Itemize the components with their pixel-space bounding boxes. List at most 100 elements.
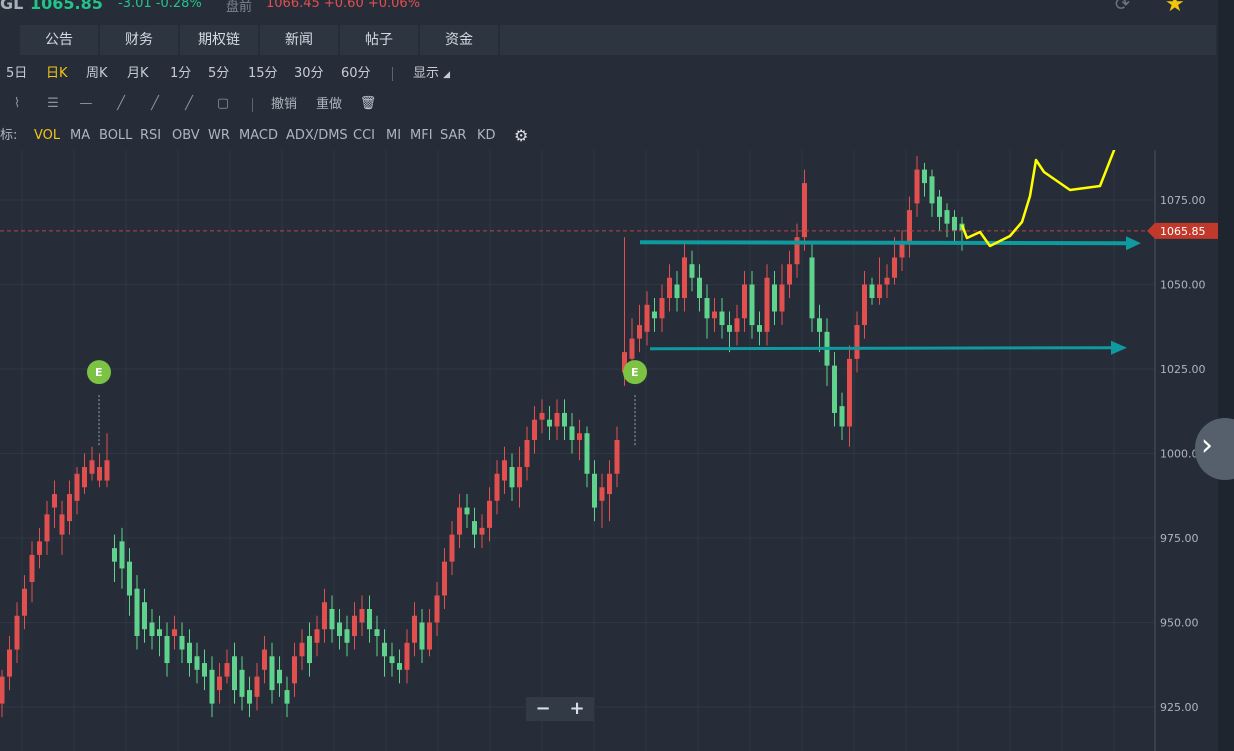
tool-separator	[252, 98, 253, 112]
candle-body	[862, 284, 867, 326]
refresh-icon[interactable]: ⟳	[1115, 0, 1130, 14]
indicator-mfi[interactable]: MFI	[410, 124, 433, 148]
candle-body	[224, 663, 230, 677]
tab-capital-flow[interactable]: 资金	[420, 25, 498, 55]
trash-icon[interactable]: 🗑	[359, 95, 377, 113]
candle-body	[764, 277, 770, 332]
candle-body	[817, 318, 822, 332]
candle-body	[82, 467, 87, 488]
period-60min[interactable]: 60分	[341, 62, 371, 86]
settings-gear-icon[interactable]: ⚙	[514, 124, 528, 148]
period-1min[interactable]: 1分	[170, 62, 191, 86]
candle-body	[697, 277, 702, 299]
indicator-obv[interactable]: OBV	[172, 124, 200, 148]
candle-body	[607, 473, 612, 495]
indicator-ma[interactable]: MA	[70, 124, 90, 148]
candle-body	[584, 433, 590, 474]
candle-body	[292, 656, 297, 684]
candle-body	[944, 210, 950, 224]
candlestick-chart[interactable]: 1075.001050.001025.001000.00975.00950.00…	[0, 150, 1234, 751]
tab-news[interactable]: 新闻	[260, 25, 338, 55]
candle-body	[832, 365, 837, 413]
candle-body	[734, 318, 740, 332]
teal-arrow-upper	[639, 240, 1129, 246]
teal-arrowhead-upper	[1126, 236, 1141, 251]
indicator-wr[interactable]: WR	[208, 124, 230, 148]
candle-body	[164, 636, 170, 664]
candle-body	[749, 284, 755, 326]
favorite-star-icon[interactable]: ★	[1165, 0, 1185, 14]
candle-body	[517, 467, 522, 488]
candle-body	[232, 656, 237, 691]
candle-body	[809, 257, 815, 319]
indicator-mi[interactable]: MI	[386, 124, 401, 148]
y-tick-label: 1075.00	[1160, 194, 1206, 207]
premarket-value: 1066.45 +0.60 +0.06%	[266, 0, 421, 11]
candle-body	[337, 622, 342, 637]
candle-body	[194, 656, 200, 670]
indicator-cci[interactable]: CCI	[353, 124, 375, 148]
teal-arrowhead-lower	[1111, 340, 1127, 355]
period-15min[interactable]: 15分	[248, 62, 278, 86]
drawing-toolbar: ⌇ ☰ — ╱ ╱ ╱ ▢ 撤销 重做 🗑	[0, 93, 1234, 117]
candle-body	[487, 500, 492, 528]
indicator-boll[interactable]: BOLL	[99, 124, 132, 148]
zoom-out-button[interactable]: −	[526, 697, 560, 721]
candle-body	[97, 467, 102, 481]
polyline-tool-icon[interactable]: ⌇	[8, 95, 26, 113]
candle-body	[839, 406, 845, 427]
candle-body	[689, 264, 695, 278]
segment-tool-icon[interactable]: ╱	[112, 95, 130, 113]
indicator-sar[interactable]: SAR	[440, 124, 466, 148]
candle-body	[52, 494, 57, 508]
candle-body	[464, 507, 470, 515]
fib-levels-tool-icon[interactable]: ☰	[44, 95, 62, 113]
tab-options-chain[interactable]: 期权链	[180, 25, 258, 55]
candle-body	[119, 541, 125, 569]
candle-body	[952, 216, 957, 231]
indicator-rsi[interactable]: RSI	[140, 124, 161, 148]
display-dropdown[interactable]: 显示 ◢	[413, 62, 450, 87]
candle-body	[667, 277, 672, 299]
candle-body	[479, 527, 485, 535]
indicator-adx-dms[interactable]: ADX/DMS	[286, 124, 348, 148]
candle-body	[89, 460, 95, 474]
period-weekly[interactable]: 周K	[86, 62, 108, 86]
tab-posts[interactable]: 帖子	[340, 25, 418, 55]
ray-tool-icon[interactable]: ╱	[146, 95, 164, 113]
zoom-in-button[interactable]: +	[560, 697, 594, 721]
period-5min[interactable]: 5分	[208, 62, 229, 86]
extended-line-tool-icon[interactable]: ╱	[180, 95, 198, 113]
rectangle-tool-icon[interactable]: ▢	[214, 95, 232, 113]
tab-announcements[interactable]: 公告	[20, 25, 98, 55]
candle-body	[742, 284, 747, 319]
candle-body	[674, 284, 680, 299]
period-daily[interactable]: 日K	[46, 62, 68, 86]
redo-button[interactable]: 重做	[316, 93, 342, 117]
horizontal-line-tool-icon[interactable]: —	[77, 95, 95, 113]
candle-body	[599, 487, 605, 501]
candle-body	[524, 439, 530, 468]
candle-body	[629, 338, 635, 359]
y-tick-label: 975.00	[1160, 532, 1199, 545]
candle-body	[682, 257, 687, 299]
period-30min[interactable]: 30分	[294, 62, 324, 86]
undo-button[interactable]: 撤销	[271, 93, 297, 117]
earnings-marker-label: E	[95, 366, 103, 379]
candle-body	[389, 656, 395, 664]
tab-financials[interactable]: 财务	[100, 25, 178, 55]
indicator-kd[interactable]: KD	[477, 124, 496, 148]
candle-body	[217, 676, 222, 691]
candle-body	[404, 642, 410, 670]
candle-body	[104, 460, 110, 481]
candle-body	[74, 473, 80, 501]
earnings-marker-label: E	[631, 366, 639, 379]
indicator-macd[interactable]: MACD	[239, 124, 278, 148]
chevron-right-icon: ›	[1201, 428, 1213, 463]
candle-body	[419, 622, 425, 650]
candle-body	[247, 690, 252, 704]
indicator-vol[interactable]: VOL	[34, 124, 60, 148]
candle-body	[884, 277, 890, 285]
period-monthly[interactable]: 月K	[127, 62, 149, 86]
period-5d[interactable]: 5日	[6, 62, 27, 86]
